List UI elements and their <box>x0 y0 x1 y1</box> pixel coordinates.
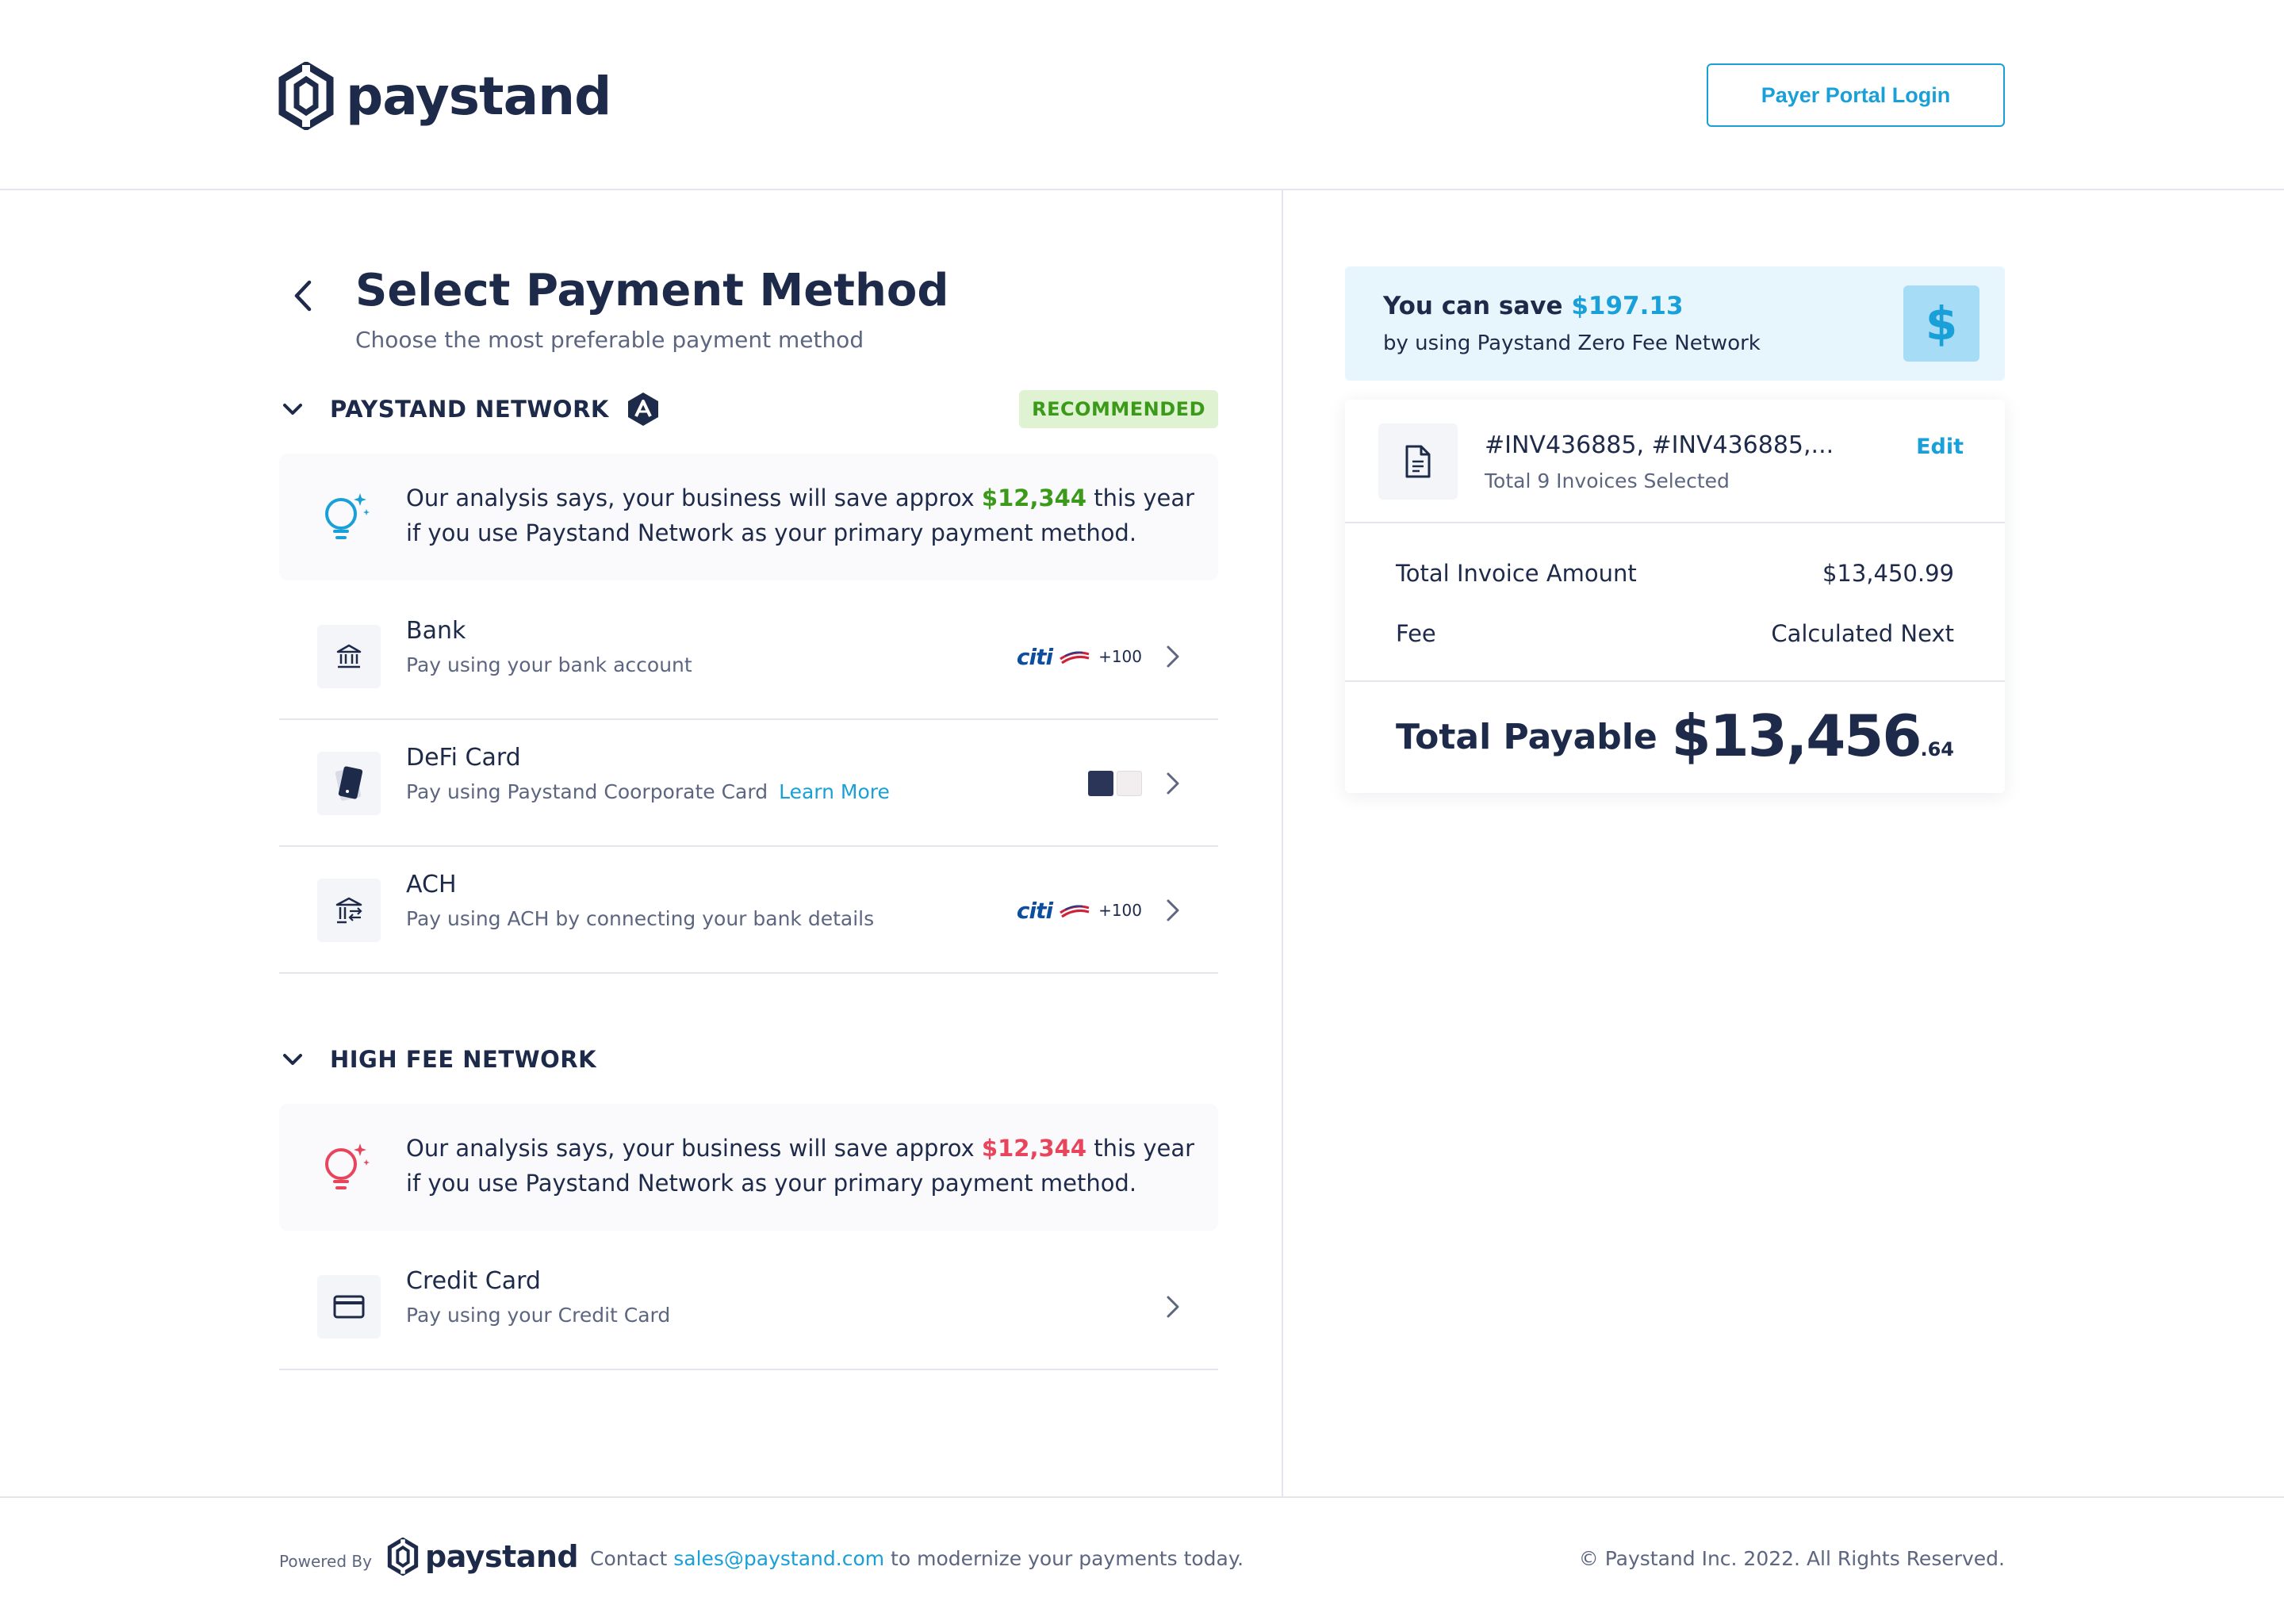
footer-paystand-logo[interactable]: paystand <box>387 1538 579 1576</box>
column-divider <box>1282 190 1283 1497</box>
citi-logo: citi <box>1016 897 1053 924</box>
navy-card-thumbnail <box>1088 771 1113 796</box>
citi-logo: citi <box>1016 643 1053 670</box>
bank-icon-box <box>317 625 381 688</box>
card-logos <box>1088 769 1142 798</box>
defi-card-icon-box <box>317 752 381 815</box>
powered-by-label: Powered By <box>279 1552 372 1571</box>
payment-method-subtitle: Pay using Paystand Coorporate Card Learn … <box>406 780 890 803</box>
payment-method-title: Credit Card <box>406 1267 541 1295</box>
total-payable-label: Total Payable <box>1396 717 1657 757</box>
ach-icon-box <box>317 879 381 942</box>
contact-before: Contact <box>590 1547 674 1570</box>
payment-method-title: ACH <box>406 871 457 898</box>
page-title: Select Payment Method <box>355 265 949 316</box>
back-arrow-icon[interactable] <box>289 278 317 314</box>
payment-method-bank[interactable]: Bank Pay using your bank account citi +1… <box>279 593 1218 720</box>
bank-logos: citi +100 <box>1017 896 1142 925</box>
paystand-mark-icon <box>387 1538 419 1576</box>
dollar-icon: $ <box>1903 285 1979 362</box>
analysis-text: Our analysis says, your business will sa… <box>406 1131 1199 1201</box>
bank-of-america-logo-icon <box>1060 905 1090 918</box>
analysis-text-before: Our analysis says, your business will sa… <box>406 485 982 511</box>
edit-invoices-link[interactable]: Edit <box>1916 435 1964 459</box>
recommended-badge: RECOMMENDED <box>1019 390 1218 428</box>
chevron-right-icon <box>1167 899 1179 921</box>
contact-text: Contact sales@paystand.com to modernize … <box>590 1547 1244 1570</box>
document-icon <box>1405 445 1431 478</box>
fee-label: Fee <box>1396 620 1436 647</box>
payment-method-subtitle: Pay using your Credit Card <box>406 1304 671 1327</box>
document-icon-box <box>1378 423 1458 500</box>
paystand-network-icon <box>627 393 658 426</box>
defi-card-icon <box>335 766 363 801</box>
savings-amount: $197.13 <box>1571 292 1684 320</box>
chevron-down-icon <box>283 404 302 415</box>
analysis-box: Our analysis says, your business will sa… <box>279 1104 1218 1231</box>
footer: Powered By paystand Contact sales@paysta… <box>0 1498 2284 1624</box>
payment-method-subtitle: Pay using ACH by connecting your bank de… <box>406 907 875 930</box>
credit-card-icon-box <box>317 1275 381 1339</box>
summary-divider <box>1345 522 2005 523</box>
savings-description: by using Paystand Zero Fee Network <box>1383 331 1761 355</box>
savings-amount-red: $12,344 <box>981 1135 1087 1162</box>
payment-summary-card: #INV436885, #INV436885,... Total 9 Invoi… <box>1345 400 2005 793</box>
section-label: PAYSTAND NETWORK <box>330 396 609 423</box>
more-banks-count: +100 <box>1098 901 1142 920</box>
total-payable-minor: .64 <box>1920 738 1954 760</box>
chevron-right-icon <box>1167 645 1179 668</box>
invoice-count: Total 9 Invoices Selected <box>1485 469 1730 492</box>
payer-portal-login-button[interactable]: Payer Portal Login <box>1707 63 2005 127</box>
section-label: HIGH FEE NETWORK <box>330 1046 597 1073</box>
savings-prefix: You can save <box>1383 292 1572 320</box>
total-payable-value: $13,456.64 <box>1672 703 1954 769</box>
summary-divider <box>1345 680 2005 682</box>
payment-method-subtitle-text: Pay using Paystand Coorporate Card <box>406 780 768 803</box>
savings-banner: You can save $197.13 by using Paystand Z… <box>1345 266 2005 381</box>
analysis-text: Our analysis says, your business will sa… <box>406 481 1199 550</box>
payment-method-ach[interactable]: ACH Pay using ACH by connecting your ban… <box>279 847 1218 974</box>
paystand-network-header[interactable]: PAYSTAND NETWORK RECOMMENDED <box>279 389 1218 430</box>
analysis-text-before: Our analysis says, your business will sa… <box>406 1135 982 1162</box>
payment-method-credit-card[interactable]: Credit Card Pay using your Credit Card <box>279 1243 1218 1370</box>
bank-icon <box>336 644 362 668</box>
savings-amount-green: $12,344 <box>981 485 1087 511</box>
page-subtitle: Choose the most preferable payment metho… <box>355 327 864 353</box>
paystand-mark-icon <box>278 62 334 130</box>
contact-after: to modernize your payments today. <box>884 1547 1244 1570</box>
high-fee-network-header[interactable]: HIGH FEE NETWORK <box>279 1039 1218 1080</box>
brand-name: paystand <box>346 65 611 127</box>
sales-email-link[interactable]: sales@paystand.com <box>673 1547 884 1570</box>
savings-headline: You can save $197.13 <box>1383 292 1684 320</box>
footer-brand-name: paystand <box>425 1539 579 1574</box>
more-banks-count: +100 <box>1098 647 1142 666</box>
invoice-ids: #INV436885, #INV436885,... <box>1485 431 1834 459</box>
lightbulb-icon <box>325 1143 370 1189</box>
paystand-logo[interactable]: paystand <box>278 62 611 130</box>
chevron-down-icon <box>283 1054 302 1065</box>
total-invoice-label: Total Invoice Amount <box>1396 560 1637 587</box>
payment-method-defi-card[interactable]: DeFi Card Pay using Paystand Coorporate … <box>279 720 1218 847</box>
chevron-right-icon <box>1167 772 1179 795</box>
learn-more-link[interactable]: Learn More <box>779 780 890 803</box>
payment-method-subtitle: Pay using your bank account <box>406 653 692 676</box>
credit-card-icon <box>333 1295 365 1319</box>
total-payable-major: $13,456 <box>1671 703 1922 769</box>
light-card-thumbnail <box>1117 771 1142 796</box>
chevron-right-icon <box>1167 1296 1179 1318</box>
analysis-box: Our analysis says, your business will sa… <box>279 454 1218 580</box>
payment-method-title: DeFi Card <box>406 744 521 772</box>
bank-logos: citi +100 <box>1017 642 1142 671</box>
bank-of-america-logo-icon <box>1060 651 1090 665</box>
payment-method-title: Bank <box>406 617 466 645</box>
ach-bank-transfer-icon <box>335 897 362 924</box>
total-invoice-value: $13,450.99 <box>1822 560 1954 587</box>
copyright: © Paystand Inc. 2022. All Rights Reserve… <box>1578 1547 2005 1570</box>
fee-value: Calculated Next <box>1771 620 1954 647</box>
lightbulb-icon <box>325 493 370 539</box>
header: paystand Payer Portal Login <box>0 0 2284 190</box>
